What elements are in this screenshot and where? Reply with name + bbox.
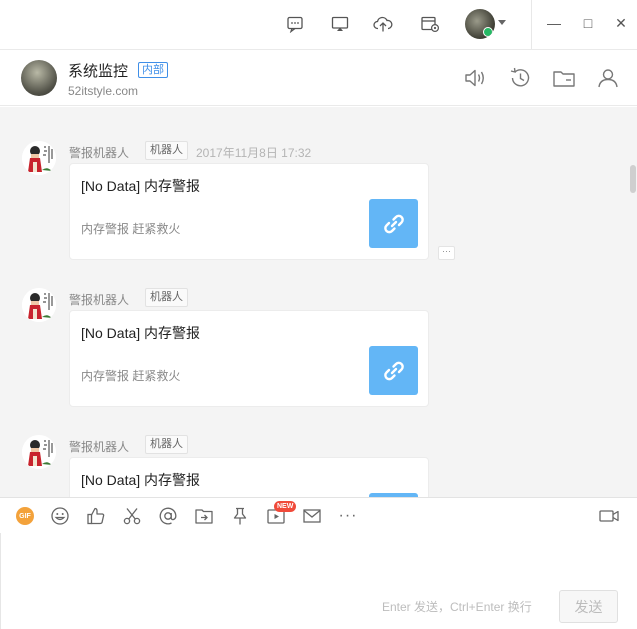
chevron-down-icon[interactable] — [498, 20, 506, 25]
members-icon[interactable] — [595, 65, 621, 91]
divider — [0, 533, 1, 629]
robot-tag: 机器人 — [145, 288, 188, 307]
more-options-button[interactable]: ··· — [438, 246, 455, 260]
emoji-icon[interactable] — [49, 505, 71, 527]
card-description: 内存警报 赶紧救火 — [81, 222, 181, 236]
sender-name: 警报机器人 — [69, 293, 130, 307]
message-list[interactable]: 警报机器人 机器人 2017年11月8日 17:32 [No Data] 内存警… — [0, 107, 637, 497]
divider — [531, 0, 532, 49]
message-bubble-icon[interactable] — [283, 12, 307, 36]
speaker-icon[interactable] — [463, 65, 489, 91]
robot-avatar[interactable] — [22, 435, 56, 469]
robot-avatar[interactable] — [22, 288, 56, 322]
screen-share-icon[interactable] — [328, 12, 352, 36]
card-title: [No Data] 内存警报 — [81, 178, 201, 194]
link-icon[interactable] — [369, 199, 418, 248]
mention-icon[interactable] — [157, 505, 179, 527]
user-avatar[interactable] — [465, 9, 495, 39]
internal-badge: 内部 — [138, 62, 168, 78]
group-avatar[interactable] — [21, 60, 57, 96]
new-badge: NEW — [274, 501, 297, 512]
video-call-icon[interactable] — [598, 505, 620, 527]
scrollbar-thumb[interactable] — [630, 165, 636, 193]
send-button[interactable]: 发送 — [559, 590, 618, 623]
gif-button[interactable]: GIF — [14, 505, 36, 527]
robot-avatar[interactable] — [22, 141, 56, 175]
title-bar: — □ ✕ — [0, 0, 637, 49]
link-icon[interactable] — [369, 346, 418, 395]
alert-card[interactable]: [No Data] 内存警报 内存警报 赶紧救火 — [69, 310, 429, 407]
robot-tag: 机器人 — [145, 435, 188, 454]
chat-header: 系统监控 内部 52itstyle.com — [0, 49, 637, 106]
card-description: 内存警报 赶紧救火 — [81, 369, 181, 383]
more-tools-button[interactable]: ··· — [337, 505, 359, 527]
folder-icon[interactable] — [551, 65, 577, 91]
calendar-settings-icon[interactable] — [418, 12, 442, 36]
sender-name: 警报机器人 — [69, 440, 130, 454]
group-name: 系统监控 — [68, 63, 129, 80]
alert-card[interactable]: [No Data] 内存警报 内存警报 赶紧救火 — [69, 163, 429, 260]
history-icon[interactable] — [507, 65, 533, 91]
input-toolbar: GIF NEW ··· — [0, 497, 637, 533]
cloud-upload-icon[interactable] — [371, 12, 395, 36]
mail-icon[interactable] — [301, 505, 323, 527]
scrollbar[interactable] — [629, 107, 637, 497]
pin-icon[interactable] — [229, 505, 251, 527]
input-hint: Enter 发送，Ctrl+Enter 换行 — [382, 600, 532, 614]
message-input[interactable]: Enter 发送，Ctrl+Enter 换行 发送 — [0, 533, 637, 629]
card-title: [No Data] 内存警报 — [81, 472, 201, 488]
sender-name: 警报机器人 — [69, 146, 130, 160]
minimize-button[interactable]: — — [543, 12, 565, 34]
scissors-icon[interactable] — [121, 505, 143, 527]
robot-tag: 机器人 — [145, 141, 188, 160]
thumbs-up-icon[interactable] — [85, 505, 107, 527]
gif-icon: GIF — [16, 507, 34, 525]
message-time: 2017年11月8日 17:32 — [196, 146, 312, 160]
group-domain: 52itstyle.com — [68, 84, 139, 98]
alert-card[interactable]: [No Data] 内存警报 — [69, 457, 429, 497]
card-title: [No Data] 内存警报 — [81, 325, 201, 341]
maximize-button[interactable]: □ — [577, 12, 599, 34]
close-button[interactable]: ✕ — [610, 12, 632, 34]
send-file-icon[interactable] — [193, 505, 215, 527]
